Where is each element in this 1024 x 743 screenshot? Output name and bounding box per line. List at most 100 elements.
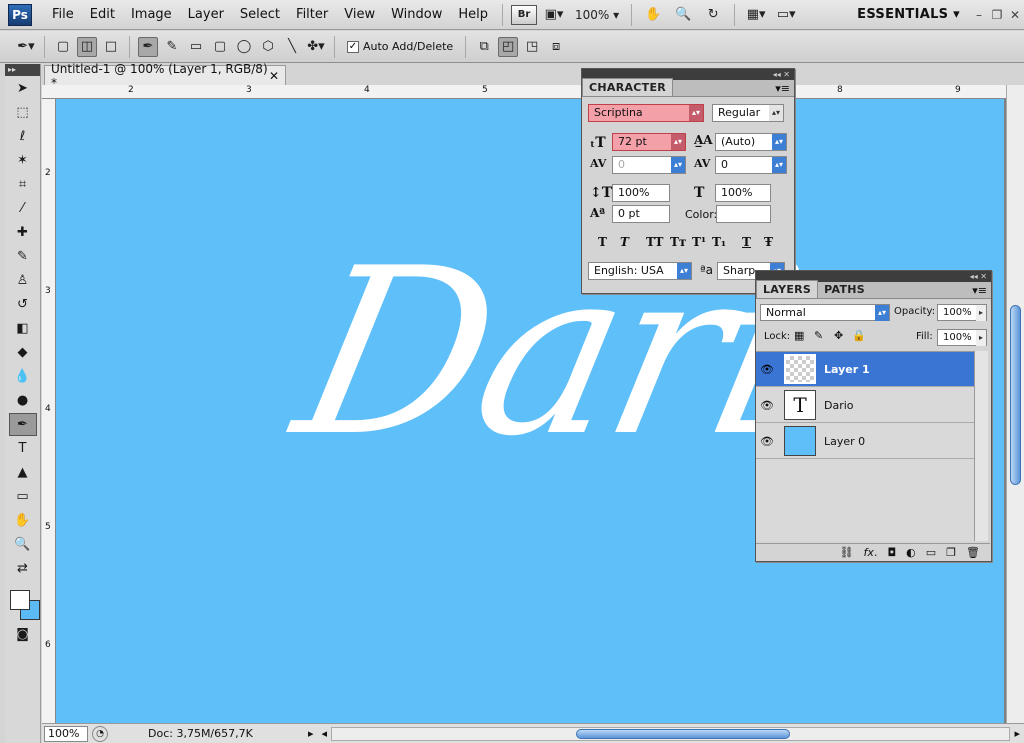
panel-close-icon[interactable]: ✕: [783, 70, 790, 79]
tracking-field[interactable]: 0 ▴▾: [715, 156, 787, 174]
opacity-slider-arrow-icon[interactable]: ▸: [976, 305, 986, 321]
eraser-tool-icon[interactable]: ◧: [9, 317, 37, 340]
faux-bold-button[interactable]: T: [598, 235, 607, 249]
swap-colors-icon[interactable]: ⇄: [9, 557, 37, 580]
vertical-scrollbar[interactable]: [1006, 85, 1024, 723]
bridge-button[interactable]: Br: [511, 4, 537, 25]
shape-tool-icon[interactable]: ▭: [9, 485, 37, 508]
fill-pixels-icon[interactable]: □: [101, 37, 121, 57]
small-caps-button[interactable]: Tт: [670, 235, 686, 249]
trash-icon[interactable]: 🗑: [966, 546, 980, 559]
lock-transparency-icon[interactable]: ▦: [794, 329, 804, 342]
font-family-select[interactable]: Scriptina ▴▾: [588, 104, 704, 122]
layer-row-layer-1[interactable]: 👁 Layer 1: [756, 352, 974, 387]
subtract-icon[interactable]: ◰: [498, 36, 519, 57]
horizontal-scroll-thumb[interactable]: [576, 728, 791, 739]
rotate-view-icon[interactable]: ↻: [700, 4, 726, 26]
blur-tool-icon[interactable]: 💧: [9, 365, 37, 388]
fill-field[interactable]: 100% ▸: [937, 329, 987, 346]
visibility-eye-icon[interactable]: 👁: [756, 435, 778, 448]
language-select[interactable]: English: USA ▴▾: [588, 262, 692, 280]
visibility-eye-icon[interactable]: 👁: [756, 399, 778, 412]
status-info-icon[interactable]: ◔: [92, 725, 108, 742]
status-zoom-field[interactable]: 100%: [44, 725, 88, 742]
vertical-scale-field[interactable]: 100%: [612, 184, 670, 202]
font-style-select[interactable]: Regular ▴▾: [712, 104, 784, 122]
fx-icon[interactable]: fx.: [864, 546, 878, 559]
tools-panel-header-icon[interactable]: ▸▸: [5, 64, 40, 76]
zoom-level-select[interactable]: 100% ▾: [571, 4, 623, 26]
scroll-right-icon[interactable]: ▸: [1014, 727, 1020, 740]
panel-menu-icon[interactable]: ▾≡: [972, 284, 987, 297]
close-icon[interactable]: ✕: [1006, 8, 1024, 22]
horizontal-scrollbar[interactable]: [331, 726, 1011, 741]
strikethrough-button[interactable]: Ŧ: [764, 235, 773, 249]
brush-tool-icon[interactable]: ✎: [9, 245, 37, 268]
underline-button[interactable]: T: [742, 235, 751, 249]
combine-icon[interactable]: ⧉: [474, 37, 494, 57]
menu-edit[interactable]: Edit: [82, 0, 123, 30]
dodge-tool-icon[interactable]: ●: [9, 389, 37, 412]
custom-shape-icon[interactable]: ✤▾: [306, 37, 326, 57]
menu-image[interactable]: Image: [123, 0, 180, 30]
shape-layers-icon[interactable]: ▢: [53, 37, 73, 57]
opacity-field[interactable]: 100% ▸: [937, 304, 987, 321]
scroll-left-icon[interactable]: ◂: [322, 727, 328, 740]
exclude-icon[interactable]: ⧈: [546, 37, 566, 57]
menu-file[interactable]: File: [44, 0, 82, 30]
ellipse-icon[interactable]: ◯: [234, 37, 254, 57]
menu-filter[interactable]: Filter: [288, 0, 336, 30]
clone-stamp-tool-icon[interactable]: ♙: [9, 269, 37, 292]
move-tool-icon[interactable]: ➤: [9, 77, 37, 100]
intersect-icon[interactable]: ◳: [522, 37, 542, 57]
ruler-origin[interactable]: [42, 85, 56, 99]
fill-slider-arrow-icon[interactable]: ▸: [976, 330, 986, 346]
minimize-icon[interactable]: –: [970, 8, 988, 22]
layer-row-layer-0[interactable]: 👁 Layer 0: [756, 424, 974, 459]
superscript-button[interactable]: T¹: [692, 235, 706, 249]
workspace-switcher[interactable]: ESSENTIALS ▾: [847, 7, 970, 22]
all-caps-button[interactable]: TT: [646, 235, 663, 249]
subscript-button[interactable]: T₁: [712, 235, 726, 249]
lasso-tool-icon[interactable]: ℓ: [9, 125, 37, 148]
faux-italic-button[interactable]: T: [620, 235, 629, 249]
collapse-icon[interactable]: ◂◂: [773, 70, 781, 79]
menu-view[interactable]: View: [336, 0, 383, 30]
document-tab[interactable]: Untitled-1 @ 100% (Layer 1, RGB/8) * ✕: [44, 62, 286, 90]
tab-layers[interactable]: LAYERS: [756, 280, 819, 298]
lock-image-icon[interactable]: ✎: [814, 329, 823, 342]
hand-icon[interactable]: ✋: [640, 4, 666, 26]
history-brush-tool-icon[interactable]: ↺: [9, 293, 37, 316]
vertical-ruler[interactable]: 2 3 4 5 6: [42, 99, 56, 723]
new-layer-icon[interactable]: ❐: [946, 546, 956, 559]
visibility-eye-icon[interactable]: 👁: [756, 363, 778, 376]
text-color-swatch[interactable]: [716, 205, 771, 223]
marquee-tool-icon[interactable]: ⬚: [9, 101, 37, 124]
panel-menu-icon[interactable]: ▾≡: [775, 82, 790, 95]
foreground-color-swatch[interactable]: [9, 590, 30, 610]
lock-position-icon[interactable]: ✥: [834, 329, 843, 342]
type-tool-icon[interactable]: T: [9, 437, 37, 460]
hand-tool-icon[interactable]: ✋: [9, 509, 37, 532]
crop-tool-icon[interactable]: ⌗: [9, 173, 37, 196]
rounded-rectangle-icon[interactable]: ▢: [210, 37, 230, 57]
paint-bucket-tool-icon[interactable]: ◆: [9, 341, 37, 364]
restore-icon[interactable]: ❐: [988, 8, 1006, 22]
horizontal-scale-field[interactable]: 100%: [715, 184, 771, 202]
zoom-tool-icon[interactable]: 🔍: [9, 533, 37, 556]
view-extras-icon[interactable]: ▣▾: [541, 4, 567, 26]
arrange-documents-icon[interactable]: ▦▾: [743, 4, 769, 26]
horizontal-ruler[interactable]: 2 3 4 5 8 9: [55, 85, 1006, 99]
mask-icon[interactable]: ◘: [887, 546, 896, 559]
leading-field[interactable]: (Auto) ▴▾: [715, 133, 787, 151]
polygon-icon[interactable]: ⬡: [258, 37, 278, 57]
freeform-pen-icon[interactable]: ✎: [162, 37, 182, 57]
menu-window[interactable]: Window: [383, 0, 450, 30]
screen-mode-icon[interactable]: ▭▾: [773, 4, 799, 26]
quick-mask-icon[interactable]: ◙: [9, 623, 37, 646]
baseline-shift-field[interactable]: 0 pt: [612, 205, 670, 223]
menu-select[interactable]: Select: [232, 0, 288, 30]
kerning-field[interactable]: 0 ▴▾: [612, 156, 686, 174]
pen-tool-preset-icon[interactable]: ✒▾: [16, 37, 36, 57]
pen-icon[interactable]: ✒: [138, 36, 158, 57]
